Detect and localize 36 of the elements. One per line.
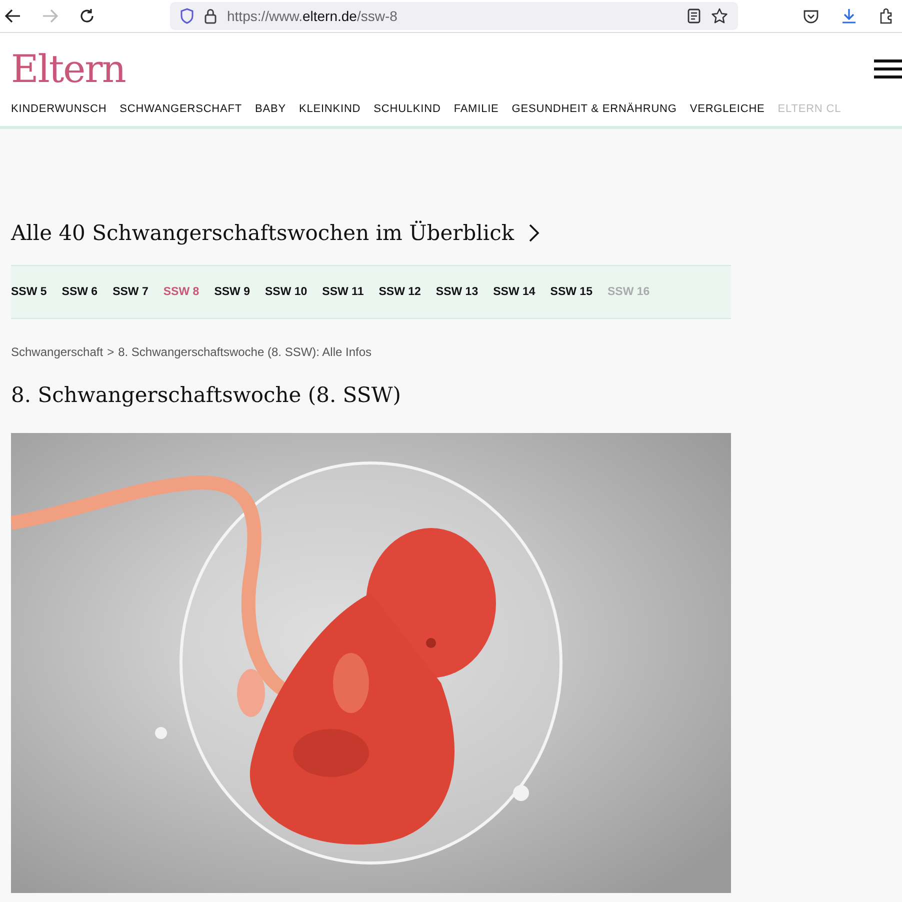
week-tab[interactable]: SSW 6	[62, 286, 98, 298]
pocket-icon[interactable]	[803, 8, 819, 24]
week-tab[interactable]: SSW 15	[550, 286, 592, 298]
back-icon[interactable]	[5, 9, 21, 23]
reader-view-icon[interactable]	[687, 8, 701, 24]
download-icon[interactable]	[841, 8, 857, 24]
nav-link[interactable]: SCHULKIND	[374, 103, 441, 115]
nav-link[interactable]: KINDERWUNSCH	[11, 103, 107, 115]
week-tab[interactable]: SSW 10	[264, 286, 308, 298]
week-tab[interactable]: SSW 13	[436, 286, 478, 298]
week-tab[interactable]: SSW 12	[378, 286, 421, 298]
nav-link[interactable]: FAMILIE	[454, 103, 499, 115]
breadcrumb-link[interactable]: Schwangerschaft	[11, 345, 104, 359]
reload-icon[interactable]	[79, 8, 95, 24]
nav-link[interactable]: BABY	[255, 103, 286, 115]
menu-icon[interactable]	[874, 59, 902, 79]
nav-link[interactable]: GESUNDHEIT & ERNÄHRUNG	[512, 103, 677, 115]
week-tab[interactable]: SSW 5	[11, 286, 47, 298]
week-tab[interactable]: SSW 14	[493, 286, 536, 298]
nav-link[interactable]: VERGLEICHE	[690, 103, 765, 115]
star-icon[interactable]	[711, 8, 728, 24]
breadcrumb-current: 8. Schwangerschaftswoche (8. SSW): Alle Infos	[118, 345, 372, 359]
address-bar[interactable]: https://www.eltern.de/ssw-8	[170, 2, 738, 30]
breadcrumb-separator: >	[107, 345, 114, 359]
week-tab[interactable]: SSW 9	[214, 286, 250, 298]
week-tab[interactable]: SSW 11	[322, 286, 364, 298]
overview-link[interactable]: Alle 40 Schwangerschaftswochen im Überblick	[11, 221, 540, 245]
week-tab[interactable]: SSW 8	[163, 286, 200, 298]
lock-icon[interactable]	[204, 8, 217, 24]
shield-icon[interactable]	[180, 8, 194, 24]
page-heading: 8. Schwangerschaftswoche (8. SSW)	[11, 383, 402, 407]
nav-link[interactable]: SCHWANGERSCHAFT	[120, 103, 242, 115]
nav-link[interactable]: KLEINKIND	[298, 103, 361, 115]
week-tab[interactable]: SSW 7	[112, 286, 148, 298]
chevron-right-icon[interactable]	[528, 223, 540, 243]
site-logo[interactable]: Eltern	[11, 47, 126, 91]
